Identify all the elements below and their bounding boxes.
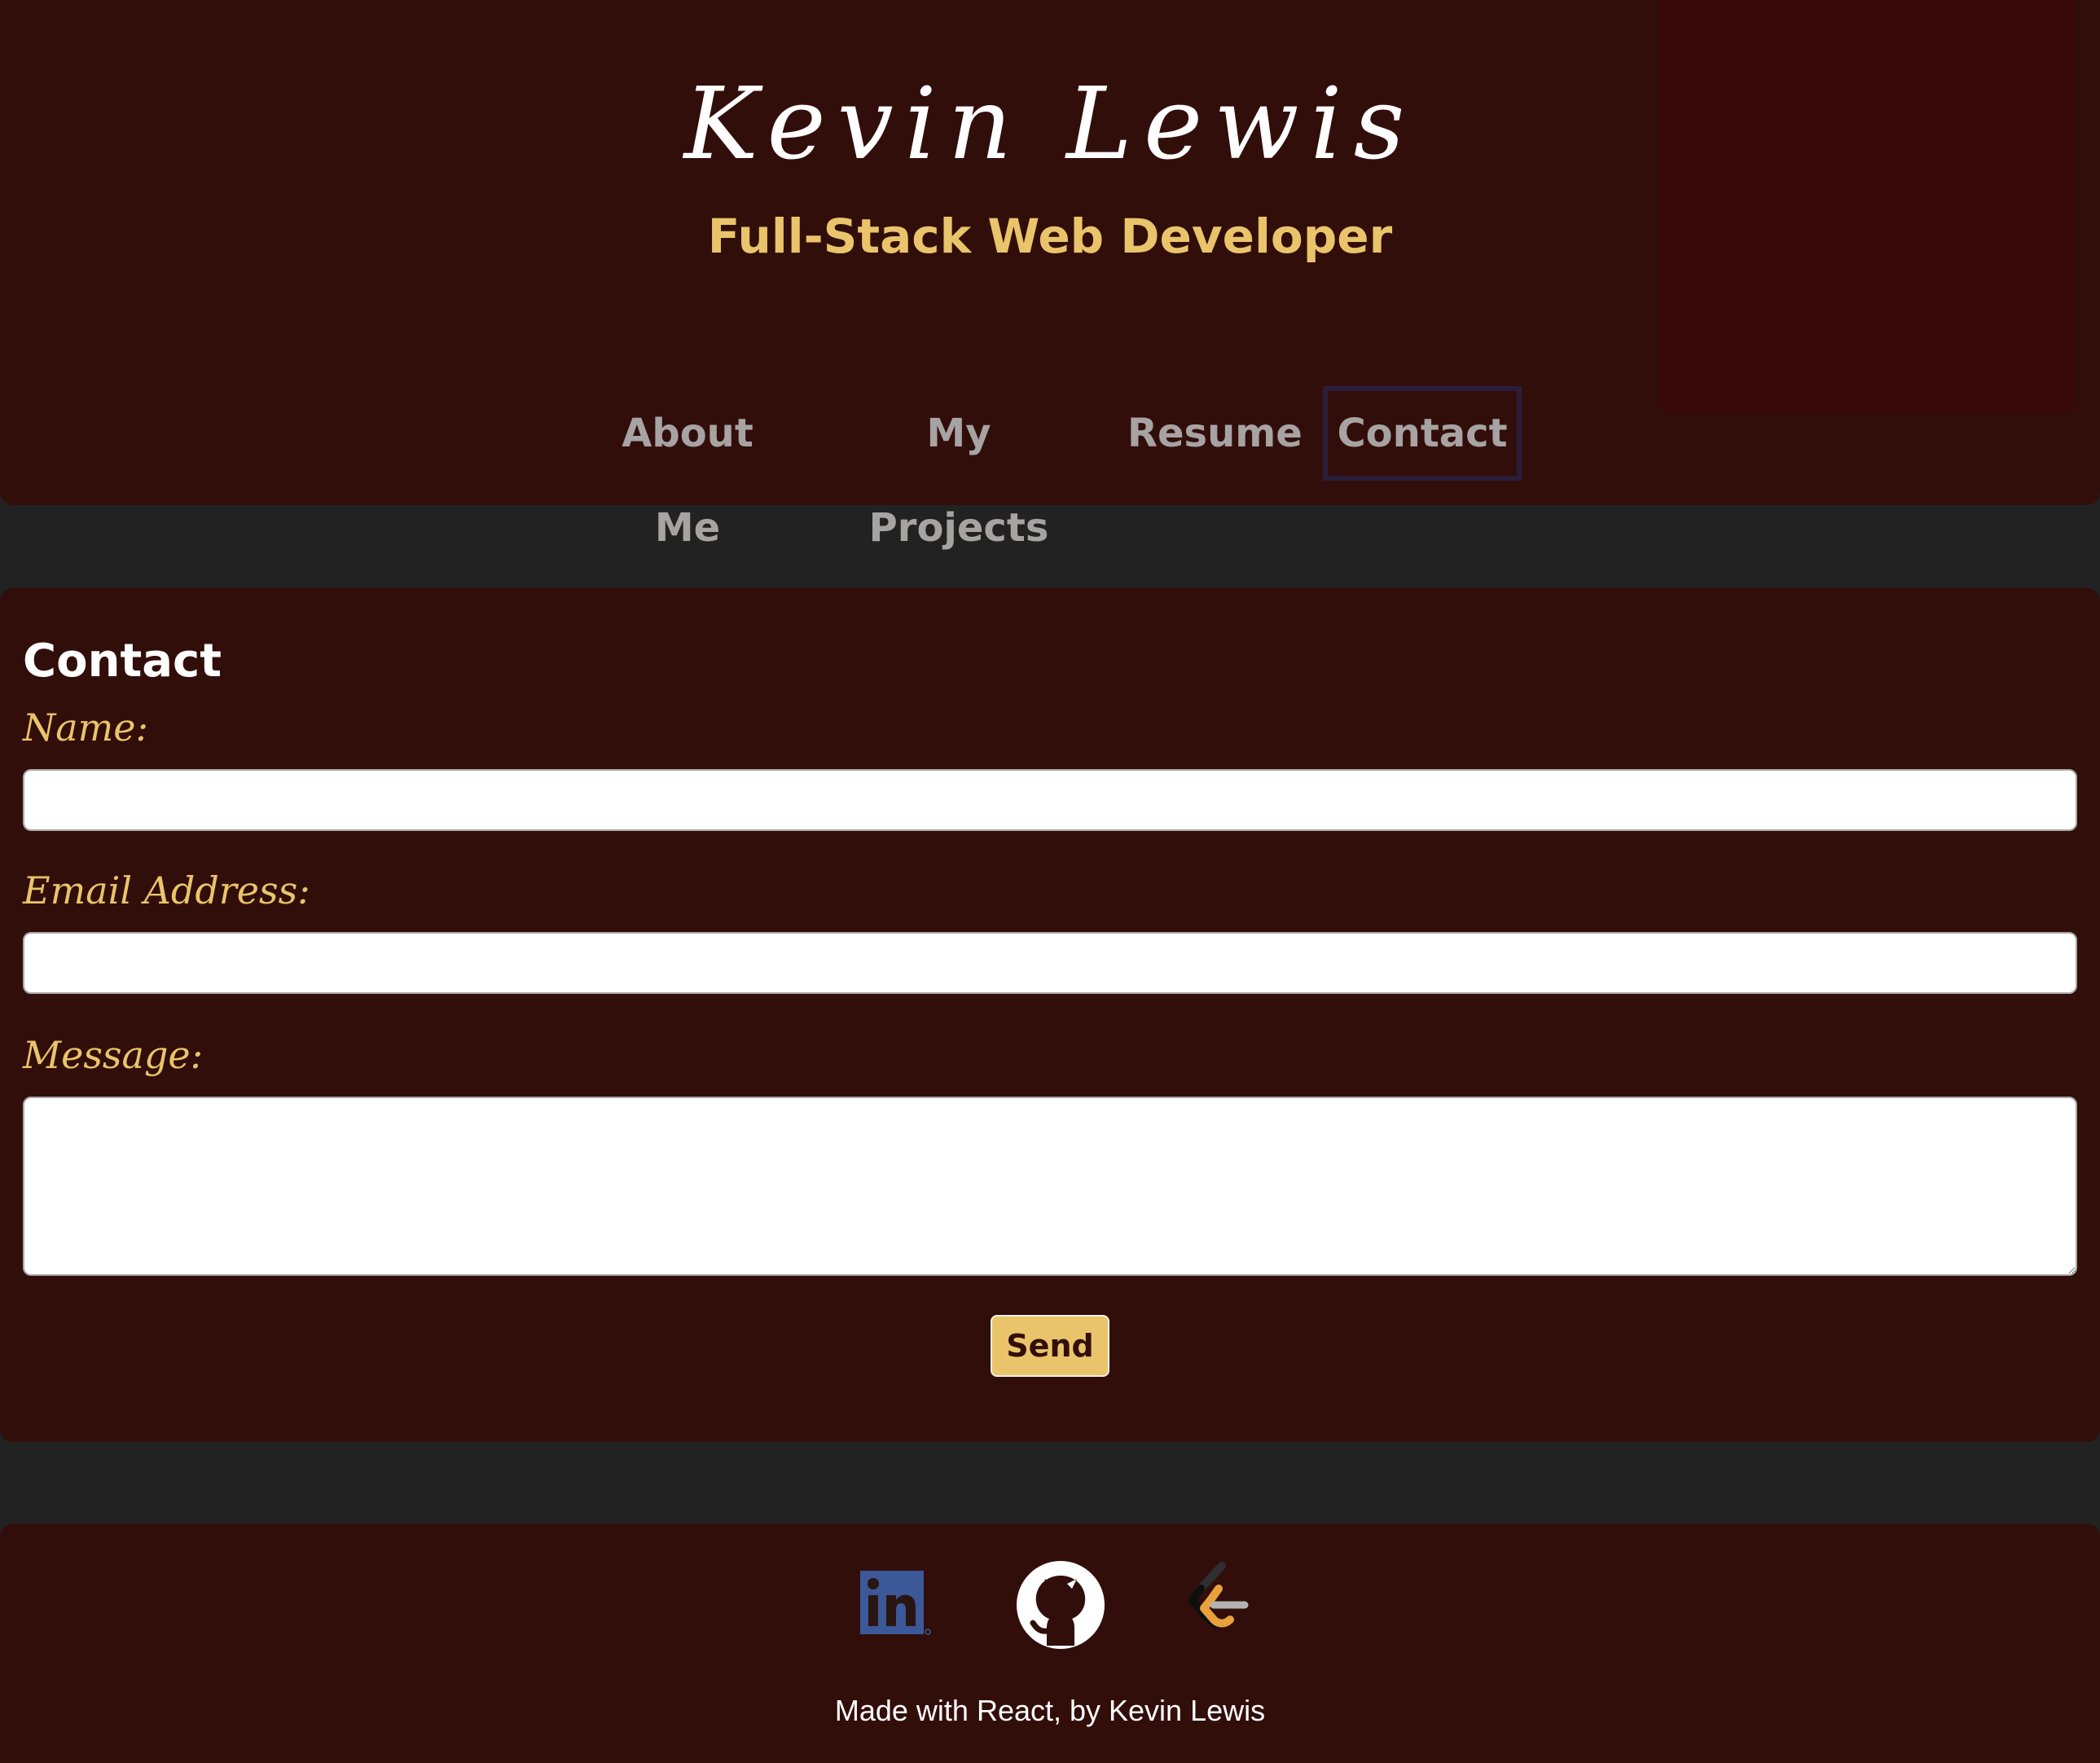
email-label: Email Address: bbox=[23, 868, 310, 912]
github-icon bbox=[1017, 1561, 1105, 1649]
nav-item-contact[interactable]: Contact bbox=[1323, 386, 1522, 481]
send-button[interactable]: Send bbox=[991, 1315, 1109, 1377]
footer-credit: Made with React, by Kevin Lewis bbox=[834, 1694, 1266, 1727]
leetcode-icon bbox=[1188, 1562, 1249, 1629]
nav-item-my-projects[interactable]: My Projects bbox=[841, 386, 1077, 551]
nav-item-about-me[interactable]: About Me bbox=[590, 386, 785, 551]
name-field[interactable] bbox=[23, 769, 2077, 831]
linkedin-link[interactable] bbox=[846, 1556, 943, 1654]
main-nav: About Me My Projects Resume Contact bbox=[0, 386, 2100, 551]
contact-section: Contact Name: Email Address: Message: Se… bbox=[0, 588, 2100, 1442]
site-title: Kevin Lewis bbox=[683, 66, 1417, 182]
site-footer: Made with React, by Kevin Lewis bbox=[0, 1523, 2100, 1763]
name-label: Name: bbox=[23, 706, 149, 750]
email-field[interactable] bbox=[23, 932, 2077, 994]
linkedin-icon bbox=[860, 1571, 931, 1635]
site-subtitle: Full-Stack Web Developer bbox=[707, 209, 1393, 264]
github-link[interactable] bbox=[1012, 1556, 1109, 1654]
leetcode-link[interactable] bbox=[1173, 1556, 1271, 1654]
contact-heading: Contact bbox=[23, 635, 222, 688]
message-label: Message: bbox=[23, 1033, 204, 1077]
nav-item-resume[interactable]: Resume bbox=[1127, 386, 1303, 481]
site-header: Kevin Lewis Full-Stack Web Developer Abo… bbox=[0, 0, 2100, 551]
message-field[interactable] bbox=[23, 1097, 2077, 1276]
